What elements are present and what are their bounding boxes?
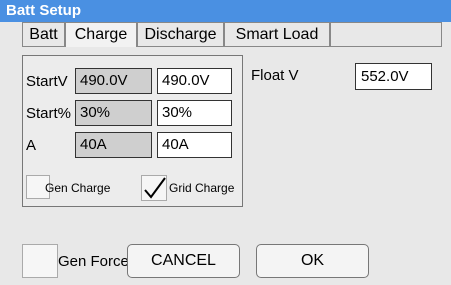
- start-percent-readonly: 30%: [75, 100, 152, 126]
- startv-readonly: 490.0V: [75, 68, 152, 94]
- tab-smart-load[interactable]: Smart Load: [224, 22, 330, 46]
- grid-charge-label: Grid Charge: [169, 181, 235, 195]
- float-v-label: Float V: [251, 67, 299, 84]
- current-readonly: 40A: [75, 132, 152, 158]
- tab-batt[interactable]: Batt: [22, 22, 65, 46]
- tab-bar: Batt Charge Discharge Smart Load: [22, 22, 442, 47]
- current-input[interactable]: 40A: [157, 132, 232, 158]
- gen-charge-label: Gen Charge: [45, 181, 111, 195]
- check-icon: [144, 177, 166, 199]
- cancel-button[interactable]: CANCEL: [127, 244, 240, 278]
- tab-empty: [330, 22, 442, 46]
- startv-input[interactable]: 490.0V: [157, 68, 232, 94]
- start-percent-input[interactable]: 30%: [157, 100, 232, 126]
- tab-charge[interactable]: Charge: [65, 22, 137, 47]
- start-percent-label: Start%: [26, 105, 72, 122]
- charge-panel: StartV 490.0V 490.0V Start% 30% 30% A 40…: [22, 55, 243, 207]
- window-title: Batt Setup: [0, 0, 451, 22]
- float-v-input[interactable]: 552.0V: [355, 63, 432, 90]
- gen-force-label: Gen Force: [58, 253, 129, 270]
- startv-label: StartV: [26, 73, 68, 90]
- gen-force-checkbox[interactable]: [22, 244, 58, 278]
- current-label: A: [26, 137, 37, 154]
- grid-charge-checkbox[interactable]: [141, 175, 167, 201]
- tab-discharge[interactable]: Discharge: [137, 22, 224, 46]
- ok-button[interactable]: OK: [256, 244, 369, 278]
